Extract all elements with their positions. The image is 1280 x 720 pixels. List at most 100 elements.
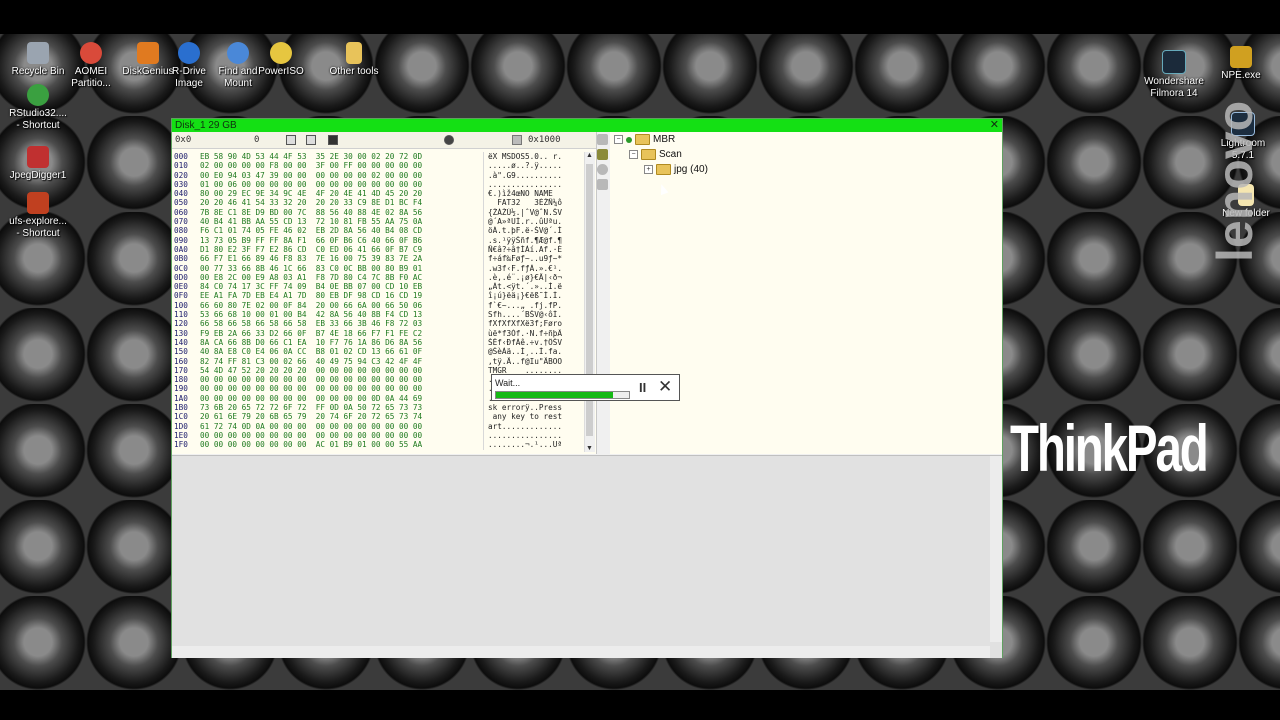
hex-row[interactable]: 070 40 B4 41 BB AA 55 CD 13 72 10 81 FB 5…: [172, 217, 584, 227]
hex-row[interactable]: 150 40 8A E8 C0 E4 06 0A CC B8 01 02 CD 1…: [172, 347, 584, 357]
filter-icon[interactable]: [597, 149, 608, 160]
hex-bytes: F9 EB 2A 66 33 D2 66 0F B7 4E 18 66 F7 F…: [200, 328, 423, 338]
hex-offset: 100: [174, 300, 188, 310]
list-icon[interactable]: [597, 134, 608, 145]
paste-icon[interactable]: [306, 135, 316, 145]
hex-ascii: art.............: [483, 421, 584, 431]
hex-row[interactable]: 0E0 84 C0 74 17 3C FF 74 09 B4 0E BB 07 0…: [172, 282, 584, 292]
hex-bytes: 53 66 68 10 00 01 00 B4 42 8A 56 40 8B F…: [200, 310, 423, 320]
hex-offset: 060: [174, 207, 188, 217]
scroll-up-icon[interactable]: ▲: [586, 152, 593, 159]
hex-offset: 000: [174, 152, 188, 161]
tools-icon[interactable]: [512, 135, 522, 145]
window-title: Disk_1 29 GB: [175, 120, 237, 131]
block-size-field[interactable]: 0x1000: [528, 135, 561, 145]
hex-offset: 160: [174, 356, 188, 366]
other-tools-label: Other tools: [329, 66, 379, 77]
hex-row[interactable]: 1F0 00 00 00 00 00 00 00 00 AC 01 B9 01 0…: [172, 440, 584, 450]
hex-ascii: any key to rest: [483, 412, 584, 422]
hex-row[interactable]: 1D0 61 72 74 0D 0A 00 00 00 00 00 00 00 0…: [172, 421, 584, 431]
hex-row[interactable]: 0D0 00 E8 2C 00 E9 A8 03 A1 F8 7D 80 C4 7…: [172, 272, 584, 283]
desktop-icon-rstudio[interactable]: RStudio32.... - Shortcut: [0, 84, 80, 132]
desktop-icon-other-tools[interactable]: Other tools: [312, 42, 396, 78]
desktop-icon-npe[interactable]: NPE.exe: [1199, 46, 1280, 82]
ufs-explorer-icon: [27, 192, 49, 214]
hex-row[interactable]: 0A0 D1 80 E2 3F F7 E2 86 CD C0 ED 06 41 6…: [172, 244, 584, 255]
hex-bytes: 8A CA 66 8B D0 66 C1 EA 10 F7 76 1A 86 D…: [200, 337, 423, 347]
value-field[interactable]: 0: [254, 135, 259, 145]
hex-row[interactable]: 100 66 60 80 7E 02 00 0F 84 20 00 66 6A 0…: [172, 300, 584, 311]
desktop-icon-ufs-explorer[interactable]: ufs-explore... - Shortcut: [0, 192, 80, 240]
hex-bytes: D1 80 E2 3F F7 E2 86 CD C0 ED 06 41 66 0…: [200, 244, 423, 254]
hex-offset: 140: [174, 337, 188, 347]
collapse-icon[interactable]: −: [614, 135, 623, 144]
hex-ascii: ........¬.¹...Uª: [483, 440, 584, 450]
hex-row[interactable]: 140 8A CA 66 8B D0 66 C1 EA 10 F7 76 1A 8…: [172, 337, 584, 348]
folder-icon: [635, 134, 650, 145]
hex-ascii: Sfh....´BŠV@‹ôÍ.: [483, 310, 584, 320]
hex-ascii: ëX MSDOS5.0.. r.: [483, 152, 584, 162]
hex-row[interactable]: 040 80 00 29 EC 9E 34 9C 4E 4F 20 4E 41 4…: [172, 189, 584, 199]
hex-row[interactable]: 000 EB 58 90 4D 53 44 4F 53 35 2E 30 00 0…: [172, 152, 584, 162]
window-titlebar[interactable]: Disk_1 29 GB ✕: [172, 119, 1002, 132]
copy-icon[interactable]: [286, 135, 296, 145]
hex-row[interactable]: 1E0 00 00 00 00 00 00 00 00 00 00 00 00 0…: [172, 430, 584, 441]
npe-label: NPE.exe: [1221, 70, 1261, 81]
save-icon[interactable]: [328, 135, 338, 145]
pause-button[interactable]: II: [639, 380, 646, 395]
hex-offset: 0F0: [174, 291, 188, 301]
window-close-button[interactable]: ✕: [990, 119, 999, 132]
hex-row[interactable]: 120 66 58 66 58 66 58 66 58 EB 33 66 3B 4…: [172, 319, 584, 329]
poweriso-label: PowerISO: [258, 66, 304, 77]
hex-row[interactable]: 090 13 73 05 B9 FF FF 8A F1 66 0F B6 C6 4…: [172, 235, 584, 245]
hex-ascii: €.)ìž4œNO NAME: [483, 189, 584, 199]
hex-row[interactable]: 010 02 00 00 00 00 F8 00 00 3F 00 FF 00 0…: [172, 161, 584, 171]
tree-node-scan[interactable]: − Scan: [629, 149, 682, 160]
cancel-button[interactable]: ✕: [658, 377, 672, 397]
hex-row[interactable]: 0F0 EE A1 FA 7D EB E4 A1 7D 80 EB DF 98 C…: [172, 291, 584, 301]
hex-rows[interactable]: 000 EB 58 90 4D 53 44 4F 53 35 2E 30 00 0…: [172, 152, 584, 452]
hex-bytes: 82 74 FF 81 C3 00 02 66 40 49 75 94 C3 4…: [200, 356, 423, 366]
hex-ascii: .....ø..?.ÿ.....: [483, 161, 584, 171]
collapse-icon[interactable]: −: [629, 150, 638, 159]
hex-vertical-scrollbar[interactable]: ▲ ▼: [584, 152, 595, 452]
offset-field[interactable]: 0x0: [175, 135, 191, 145]
hex-ascii: .s.¹ÿÿŠñf.¶Æ@f.¶: [483, 235, 584, 245]
refresh-icon[interactable]: [597, 164, 608, 175]
thinkpad-logo: ThinkPad: [1010, 411, 1209, 485]
binoculars-icon[interactable]: [444, 135, 454, 145]
results-pane[interactable]: [172, 455, 1002, 658]
hex-view-pane[interactable]: 0x0 0 0x1000 000 EB 58 90 4D 53 44 4F 53 …: [172, 132, 597, 454]
hex-row[interactable]: 060 7B 8E C1 8E D9 BD 00 7C 88 56 40 88 4…: [172, 207, 584, 218]
hex-bytes: 40 8A E8 C0 E4 06 0A CC B8 01 02 CD 13 6…: [200, 347, 423, 357]
hex-row[interactable]: 1C0 20 61 6E 79 20 6B 65 79 20 74 6F 20 7…: [172, 412, 584, 422]
filmora-label: Wondershare Filmora 14: [1144, 76, 1204, 99]
tree-label-jpg: jpg (40): [674, 164, 708, 175]
expand-icon[interactable]: +: [644, 165, 653, 174]
hex-offset: 120: [174, 319, 188, 329]
desktop-icon-jpegdigger[interactable]: JpegDigger1: [0, 146, 80, 182]
hex-row[interactable]: 1B0 73 6B 20 65 72 72 6F 72 FF 0D 0A 50 7…: [172, 403, 584, 413]
hex-offset: 040: [174, 189, 188, 199]
hex-row[interactable]: 030 01 00 06 00 00 00 00 00 00 00 00 00 0…: [172, 179, 584, 190]
results-vertical-scrollbar[interactable]: [990, 456, 1002, 642]
tree-node-mbr[interactable]: − MBR: [614, 134, 675, 145]
hex-row[interactable]: 160 82 74 FF 81 C3 00 02 66 40 49 75 94 C…: [172, 356, 584, 366]
desktop-icon-poweriso[interactable]: PowerISO: [239, 42, 323, 78]
tree-pane[interactable]: − MBR − Scan + jpg (40): [610, 132, 1002, 454]
hex-offset: 1F0: [174, 440, 188, 450]
hex-row[interactable]: 130 F9 EB 2A 66 33 D2 66 0F B7 4E 18 66 F…: [172, 328, 584, 338]
hex-row[interactable]: 080 F6 C1 01 74 05 FE 46 02 EB 2D 8A 56 4…: [172, 226, 584, 236]
hex-offset: 090: [174, 235, 188, 245]
hex-ascii: ŠÊf‹ÐfÁê.÷v.†ÖŠV: [483, 337, 584, 348]
hex-row[interactable]: 0C0 00 77 33 66 8B 46 1C 66 83 C0 0C BB 0…: [172, 263, 584, 273]
hex-row[interactable]: 0B0 66 F7 E1 66 89 46 F8 83 7E 16 00 75 3…: [172, 254, 584, 264]
hex-row[interactable]: 050 20 20 46 41 54 33 32 20 20 20 33 C9 8…: [172, 198, 584, 208]
hex-row[interactable]: 110 53 66 68 10 00 01 00 B4 42 8A 56 40 8…: [172, 310, 584, 320]
details-icon[interactable]: [597, 179, 608, 190]
hex-row[interactable]: 020 00 E0 94 03 47 39 00 00 00 00 00 00 0…: [172, 170, 584, 180]
results-horizontal-scrollbar[interactable]: [172, 646, 990, 658]
scroll-down-icon[interactable]: ▼: [586, 445, 593, 452]
tree-node-jpg[interactable]: + jpg (40): [644, 164, 708, 175]
folder-icon: [346, 42, 362, 64]
